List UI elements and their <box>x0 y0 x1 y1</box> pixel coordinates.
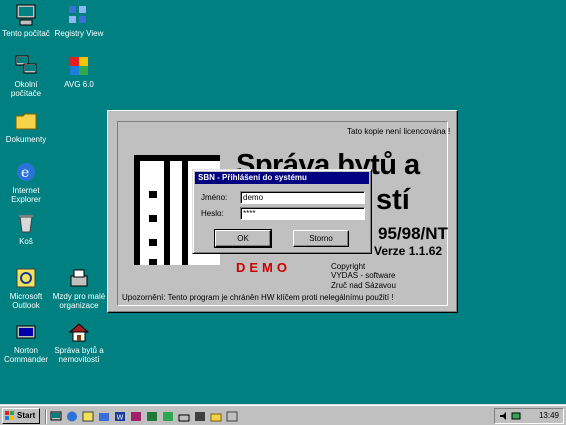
network-icon <box>14 54 38 78</box>
desktop-icon-outlook[interactable]: Microsoft Outlook <box>0 266 55 310</box>
cancel-button[interactable]: Storno <box>293 230 349 247</box>
desktop-icon-documents[interactable]: Dokumenty <box>0 109 55 144</box>
password-label: Heslo: <box>201 209 224 218</box>
desktop-icon-sprava-bytu[interactable]: Správa bytů a nemovitostí <box>50 320 108 364</box>
computer-icon <box>14 3 38 27</box>
network-tray-icon[interactable] <box>511 411 521 421</box>
ql-ie-icon[interactable] <box>66 411 78 422</box>
desktop-icon-avg[interactable]: AVG 6.0 <box>50 54 108 89</box>
desktop-icon-label: Outlook <box>12 301 40 310</box>
desktop-icon-internet-explorer[interactable]: e Internet Explorer <box>0 160 55 204</box>
ql-app-icon[interactable] <box>162 411 174 422</box>
dialog-titlebar[interactable]: SBN - Přihlášení do systému <box>195 172 369 184</box>
desktop-icon-label: Okolní <box>14 80 38 89</box>
desktop-icon-label: Norton <box>13 346 38 355</box>
desktop-icon-label: Internet <box>12 186 40 195</box>
ql-sound-icon[interactable] <box>226 411 238 422</box>
volume-icon[interactable] <box>499 411 509 421</box>
desktop-icon-label: Dokumenty <box>5 135 47 144</box>
norton-icon <box>14 320 38 344</box>
desktop-icon-label: Koš <box>19 237 33 246</box>
desktop-icon-norton-commander[interactable]: Norton Commander <box>0 320 55 364</box>
ql-explorer-icon[interactable] <box>98 411 110 422</box>
quick-launch-divider <box>45 409 47 424</box>
desktop-icon-label: Commander <box>3 355 48 364</box>
license-note: Tato kopie není licencována ! <box>347 127 451 136</box>
svg-text:e: e <box>21 165 29 181</box>
ql-media-icon[interactable] <box>194 411 206 422</box>
name-label: Jméno: <box>201 193 228 202</box>
desktop-icon-label: počítače <box>10 89 42 98</box>
password-input[interactable] <box>240 207 365 220</box>
house-icon <box>67 320 91 344</box>
desktop-icon-label: Explorer <box>11 195 41 204</box>
start-button[interactable]: Start <box>2 408 40 424</box>
desktop-icon-network[interactable]: Okolní počítače <box>0 54 55 98</box>
ie-icon: e <box>14 160 38 184</box>
copyright-label: Copyright <box>331 262 366 271</box>
desktop-icon-my-computer[interactable]: Tento počítač <box>0 3 55 38</box>
clock[interactable]: 13:49 <box>539 411 559 420</box>
desktop-icon-label: Microsoft <box>9 292 43 301</box>
location-label: Zruč nad Sázavou <box>331 281 396 290</box>
desktop-icon-label: Správa bytů a <box>54 346 104 355</box>
recycle-bin-icon <box>14 211 38 235</box>
ql-access-icon[interactable] <box>130 411 142 422</box>
start-label: Start <box>17 411 36 420</box>
ql-printer-icon[interactable] <box>178 411 190 422</box>
desktop-icon-label: Tento počítač <box>2 29 50 38</box>
taskbar: Start W 13:49 <box>0 404 566 425</box>
registry-icon <box>67 3 91 27</box>
ql-outlook-icon[interactable] <box>82 411 94 422</box>
desktop-icon-payroll[interactable]: Mzdy pro malé organizace <box>50 266 108 310</box>
name-input[interactable] <box>240 191 365 204</box>
ql-folder-icon[interactable] <box>210 411 222 422</box>
svg-text:W: W <box>117 414 124 422</box>
folder-icon <box>14 109 38 133</box>
system-tray: 13:49 <box>494 408 564 424</box>
payroll-icon <box>67 266 91 290</box>
windows-logo-icon <box>5 411 15 421</box>
demo-label: DEMO <box>236 260 291 275</box>
company-label: VYDAS - software <box>331 271 396 280</box>
ql-desktop-icon[interactable] <box>50 411 62 422</box>
platform-label: 95/98/NT <box>378 224 448 243</box>
outlook-icon <box>14 266 38 290</box>
desktop-icon-label: AVG 6.0 <box>64 80 94 89</box>
desktop-icon-recycle-bin[interactable]: Koš <box>0 211 55 246</box>
product-title-line2: stí <box>376 184 410 216</box>
avg-icon <box>67 54 91 78</box>
version-label: Verze 1.1.62 <box>374 244 443 258</box>
login-dialog: SBN - Přihlášení do systému Jméno: Heslo… <box>192 169 372 254</box>
desktop-icon-registry-view[interactable]: Registry View <box>50 3 108 38</box>
ql-word-icon[interactable]: W <box>114 411 126 422</box>
warning-text: Upozornění: Tento program je chráněn HW … <box>122 293 394 302</box>
ql-excel-icon[interactable] <box>146 411 158 422</box>
desktop-icon-label: Mzdy pro malé <box>52 292 106 301</box>
desktop-icon-label: Registry View <box>54 29 104 38</box>
ok-button[interactable]: OK <box>214 229 272 248</box>
desktop-icon-label: organizace <box>59 301 99 310</box>
desktop-icon-label: nemovitostí <box>58 355 100 364</box>
